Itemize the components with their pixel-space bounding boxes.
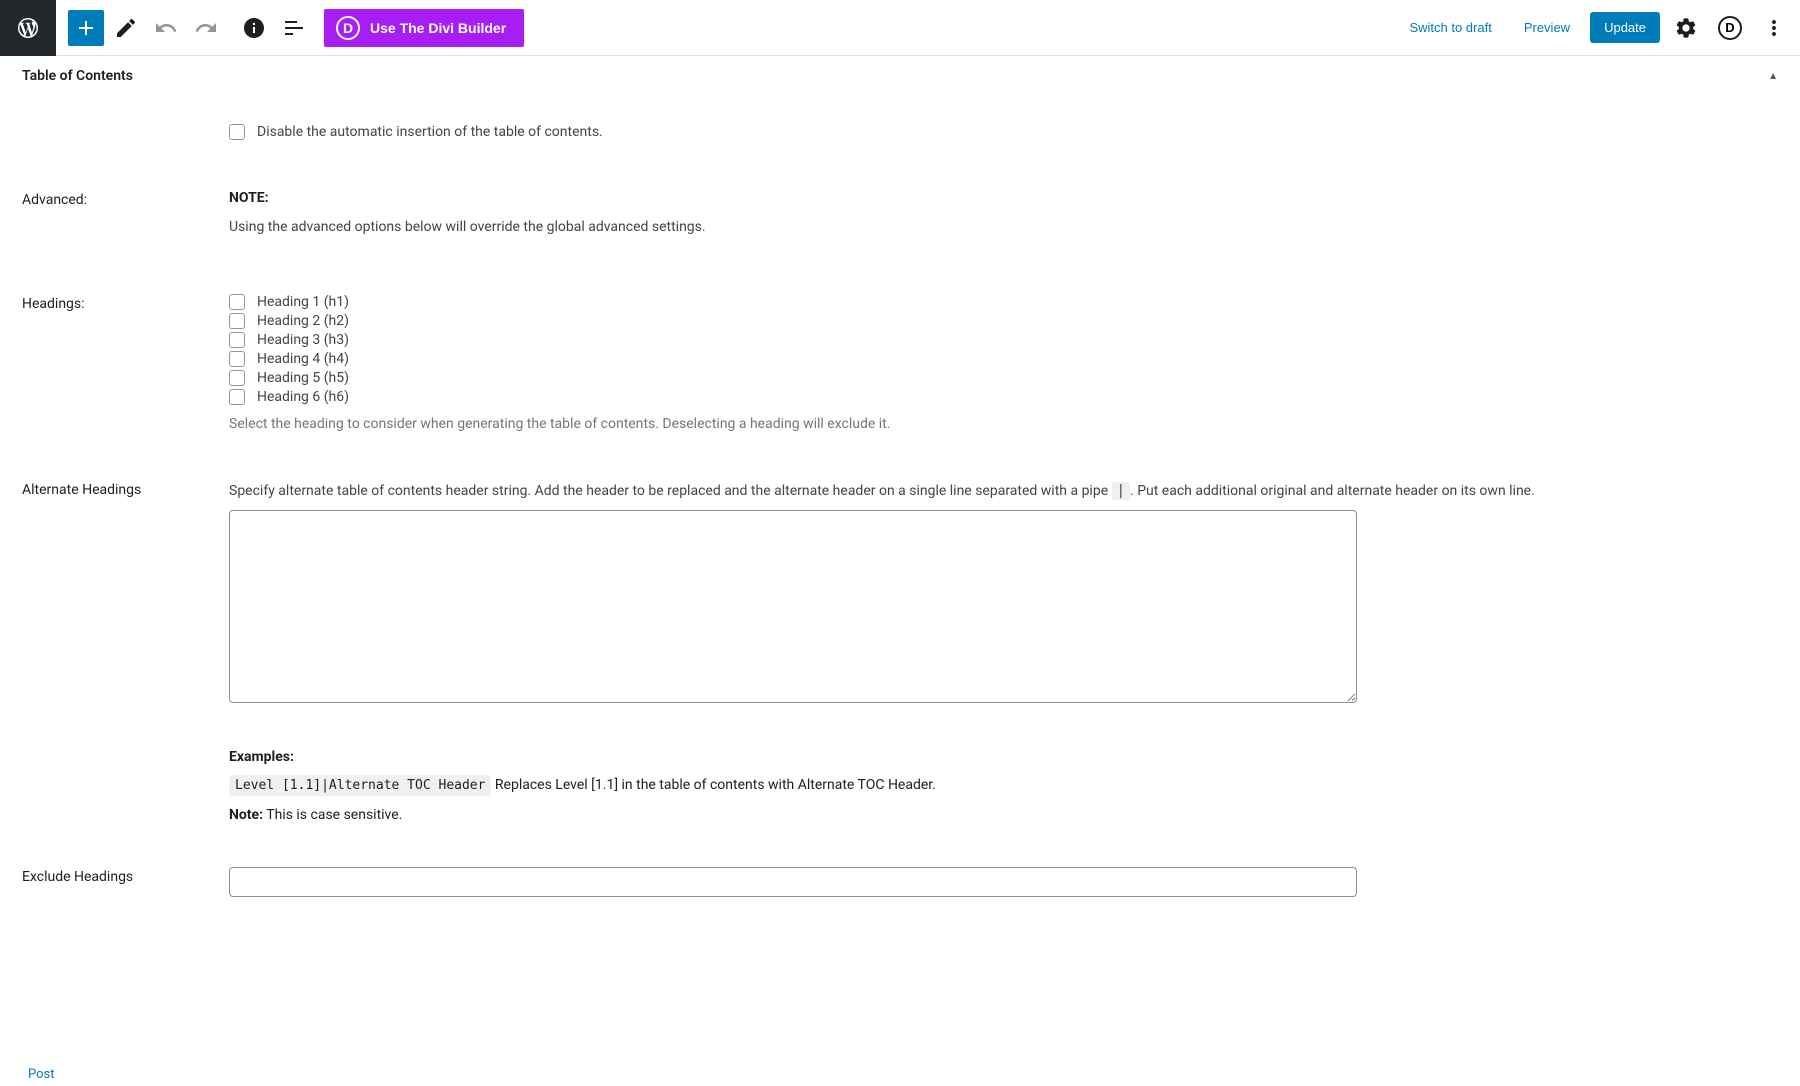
disable-checkbox[interactable] xyxy=(229,124,245,140)
heading-checkbox-h2[interactable] xyxy=(229,313,245,329)
heading-option-h3: Heading 3 (h3) xyxy=(229,332,1778,348)
panel-title: Table of Contents xyxy=(22,68,133,84)
disable-row-body: Disable the automatic insertion of the t… xyxy=(229,124,1778,144)
heading-label-h3: Heading 3 (h3) xyxy=(257,332,349,348)
pencil-icon xyxy=(114,16,138,40)
divi-icon: D xyxy=(336,16,360,40)
heading-checkbox-h5[interactable] xyxy=(229,370,245,386)
wordpress-icon xyxy=(16,16,40,40)
heading-option-h2: Heading 2 (h2) xyxy=(229,313,1778,329)
alternate-description: Specify alternate table of contents head… xyxy=(229,480,1778,502)
advanced-row: Advanced: NOTE: Using the advanced optio… xyxy=(22,190,1778,238)
list-view-button[interactable] xyxy=(276,10,312,46)
alternate-desc-part1: Specify alternate table of contents head… xyxy=(229,483,1112,499)
disable-row-label xyxy=(22,124,229,144)
d-circle-icon: D xyxy=(1718,16,1742,40)
exclude-row: Exclude Headings xyxy=(22,867,1778,897)
heading-checkbox-h6[interactable] xyxy=(229,389,245,405)
divi-settings-button[interactable]: D xyxy=(1712,10,1748,46)
heading-label-h2: Heading 2 (h2) xyxy=(257,313,349,329)
undo-icon xyxy=(154,16,178,40)
panel-header: Table of Contents ▲ xyxy=(0,56,1800,96)
info-icon xyxy=(242,16,266,40)
exclude-body xyxy=(229,867,1778,897)
edit-button[interactable] xyxy=(108,10,144,46)
divi-builder-button[interactable]: D Use The Divi Builder xyxy=(324,9,524,47)
settings-button[interactable] xyxy=(1668,10,1704,46)
note-label: Note: xyxy=(229,807,263,823)
heading-option-h4: Heading 4 (h4) xyxy=(229,351,1778,367)
disable-checkbox-line: Disable the automatic insertion of the t… xyxy=(229,124,1778,140)
divi-button-label: Use The Divi Builder xyxy=(370,20,506,36)
examples-title: Examples: xyxy=(229,749,1778,765)
toolbar-left-group: D Use The Divi Builder xyxy=(8,0,1397,56)
disable-row: Disable the automatic insertion of the t… xyxy=(22,124,1778,144)
example-text: Replaces Level [1.1] in the table of con… xyxy=(491,777,935,793)
heading-checkbox-h3[interactable] xyxy=(229,332,245,348)
headings-body: Heading 1 (h1) Heading 2 (h2) Heading 3 … xyxy=(229,294,1778,435)
alternate-row: Alternate Headings Specify alternate tab… xyxy=(22,480,1778,823)
plus-icon xyxy=(74,16,98,40)
note-text: This is case sensitive. xyxy=(263,807,402,823)
note-line: Note: This is case sensitive. xyxy=(229,807,1778,823)
alternate-body: Specify alternate table of contents head… xyxy=(229,480,1778,823)
headings-help-text: Select the heading to consider when gene… xyxy=(229,413,1778,435)
more-options-button[interactable] xyxy=(1756,10,1792,46)
disable-checkbox-label: Disable the automatic insertion of the t… xyxy=(257,124,603,140)
update-button[interactable]: Update xyxy=(1590,12,1660,43)
example-code: Level [1.1]|Alternate TOC Header xyxy=(229,775,491,796)
heading-label-h6: Heading 6 (h6) xyxy=(257,389,349,405)
heading-checkbox-h4[interactable] xyxy=(229,351,245,367)
alternate-desc-part2: . Put each additional original and alter… xyxy=(1130,483,1535,499)
alternate-headings-textarea[interactable] xyxy=(229,510,1357,703)
more-vertical-icon xyxy=(1762,16,1786,40)
exclude-headings-input[interactable] xyxy=(229,867,1357,897)
alternate-label: Alternate Headings xyxy=(22,480,229,823)
advanced-body: NOTE: Using the advanced options below w… xyxy=(229,190,1778,238)
advanced-label: Advanced: xyxy=(22,190,229,238)
list-icon xyxy=(282,16,306,40)
heading-checkbox-h1[interactable] xyxy=(229,294,245,310)
heading-label-h5: Heading 5 (h5) xyxy=(257,370,349,386)
add-block-button[interactable] xyxy=(68,10,104,46)
example-line: Level [1.1]|Alternate TOC Header Replace… xyxy=(229,777,1778,793)
gear-icon xyxy=(1674,16,1698,40)
headings-label: Headings: xyxy=(22,294,229,435)
undo-button[interactable] xyxy=(148,10,184,46)
advanced-note-text: Using the advanced options below will ov… xyxy=(229,216,1778,238)
switch-draft-button[interactable]: Switch to draft xyxy=(1397,12,1503,43)
editor-toolbar: D Use The Divi Builder Switch to draft P… xyxy=(0,0,1800,56)
exclude-label: Exclude Headings xyxy=(22,867,229,897)
heading-label-h4: Heading 4 (h4) xyxy=(257,351,349,367)
pipe-symbol: | xyxy=(1112,482,1130,500)
headings-row: Headings: Heading 1 (h1) Heading 2 (h2) … xyxy=(22,294,1778,435)
info-button[interactable] xyxy=(236,10,272,46)
heading-label-h1: Heading 1 (h1) xyxy=(257,294,349,310)
heading-option-h1: Heading 1 (h1) xyxy=(229,294,1778,310)
collapse-toggle[interactable]: ▲ xyxy=(1768,71,1778,82)
toolbar-right-group: Switch to draft Preview Update D xyxy=(1397,10,1792,46)
post-footer-tab[interactable]: Post xyxy=(16,1063,67,1086)
panel-content: Disable the automatic insertion of the t… xyxy=(0,124,1800,927)
wordpress-logo[interactable] xyxy=(0,0,56,56)
heading-option-h5: Heading 5 (h5) xyxy=(229,370,1778,386)
redo-icon xyxy=(194,16,218,40)
heading-option-h6: Heading 6 (h6) xyxy=(229,389,1778,405)
advanced-note-title: NOTE: xyxy=(229,190,1778,206)
preview-button[interactable]: Preview xyxy=(1512,12,1582,43)
redo-button[interactable] xyxy=(188,10,224,46)
